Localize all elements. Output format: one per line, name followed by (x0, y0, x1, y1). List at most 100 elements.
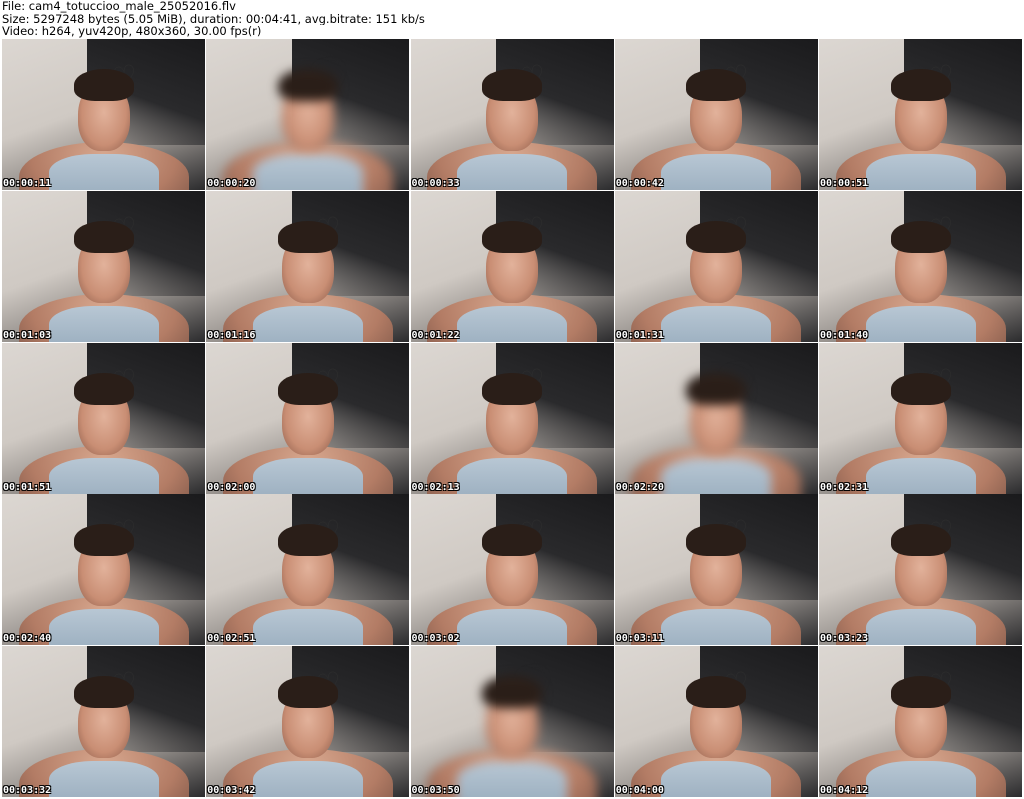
person-hair (277, 524, 338, 557)
frame-timestamp: 00:00:42 (615, 178, 664, 189)
person-shirt (48, 154, 159, 190)
person-shirt (252, 154, 363, 190)
frame-timestamp: 00:00:51 (820, 178, 869, 189)
person-shirt (48, 609, 159, 646)
frame-timestamp: 00:01:31 (615, 329, 664, 341)
frame-timestamp: 00:01:22 (411, 329, 460, 341)
person-shirt (865, 609, 976, 646)
person-hair (686, 69, 747, 101)
frame-timestamp: 00:01:16 (207, 329, 256, 341)
frame-timestamp: 00:02:20 (615, 481, 664, 493)
person-hair (73, 372, 134, 405)
person-shirt (252, 305, 363, 342)
person-hair (686, 524, 747, 557)
frame-timestamp: 00:00:20 (207, 178, 256, 189)
video-frame-thumbnail: ♡00:03:02 (410, 494, 614, 646)
frame-timestamp: 00:04:00 (615, 785, 664, 796)
video-frame-thumbnail: ♡00:02:31 (819, 342, 1022, 494)
person-hair (73, 676, 134, 708)
person-hair (482, 524, 542, 557)
video-frame-thumbnail: ♡00:02:00 (206, 342, 410, 494)
person-hair (686, 372, 747, 405)
video-frame-thumbnail: ♡00:04:12 (819, 646, 1022, 797)
frame-timestamp: 00:00:33 (411, 178, 460, 189)
video-frame-thumbnail: ♡00:02:40 (2, 494, 205, 646)
frame-timestamp: 00:02:40 (3, 633, 52, 645)
person-hair (686, 676, 747, 708)
person-hair (890, 676, 951, 708)
video-frame-thumbnail: ♡00:01:22 (410, 190, 614, 342)
video-frame-thumbnail: ♡00:01:16 (206, 190, 410, 342)
video-frame-thumbnail: ♡00:00:20 (206, 39, 410, 190)
frame-timestamp: 00:03:42 (207, 785, 256, 796)
person-shirt (661, 305, 772, 342)
person-hair (73, 69, 134, 101)
file-name-line: File: cam4_totuccioo_male_25052016.flv (2, 0, 236, 13)
video-frame-thumbnail: ♡00:00:11 (2, 39, 205, 190)
person-hair (686, 220, 747, 253)
person-hair (73, 220, 134, 253)
video-frame-thumbnail: ♡00:03:42 (206, 646, 410, 797)
person-shirt (661, 609, 772, 646)
video-frame-thumbnail: ♡00:01:03 (2, 190, 205, 342)
frame-timestamp: 00:00:11 (3, 178, 52, 189)
file-size-line: Size: 5297248 bytes (5.05 MiB), duration… (2, 12, 425, 25)
person-shirt (865, 154, 976, 190)
person-shirt (48, 761, 159, 797)
person-shirt (48, 305, 159, 342)
person-hair (890, 69, 951, 101)
person-hair (482, 220, 542, 253)
person-hair (277, 69, 338, 101)
frame-timestamp: 00:02:31 (820, 481, 869, 493)
thumbnail-grid: ♡00:00:11♡00:00:20♡00:00:33♡00:00:42♡00:… (2, 39, 1022, 797)
video-frame-thumbnail: ♡00:01:31 (614, 190, 818, 342)
video-frame-thumbnail: ♡00:01:51 (2, 342, 205, 494)
video-frame-thumbnail: ♡00:01:40 (819, 190, 1022, 342)
video-frame-thumbnail: ♡00:00:33 (410, 39, 614, 190)
video-info-line: Video: h264, yuv420p, 480x360, 30.00 fps… (2, 25, 262, 38)
video-frame-thumbnail: ♡00:03:23 (819, 494, 1022, 646)
person-shirt (865, 457, 976, 494)
person-hair (482, 69, 542, 101)
person-hair (482, 372, 542, 405)
person-shirt (252, 761, 363, 797)
person-hair (482, 676, 542, 708)
person-hair (73, 524, 134, 557)
frame-timestamp: 00:02:13 (411, 481, 460, 493)
person-shirt (457, 761, 567, 797)
person-hair (890, 220, 951, 253)
video-frame-thumbnail: ♡00:00:42 (614, 39, 818, 190)
person-shirt (661, 457, 772, 494)
frame-timestamp: 00:03:32 (3, 785, 52, 796)
person-shirt (661, 761, 772, 797)
person-shirt (457, 457, 567, 494)
video-frame-thumbnail: ♡00:02:20 (614, 342, 818, 494)
frame-timestamp: 00:03:02 (411, 633, 460, 645)
video-frame-thumbnail: ♡00:02:51 (206, 494, 410, 646)
person-shirt (252, 457, 363, 494)
person-shirt (865, 761, 976, 797)
person-hair (277, 372, 338, 405)
frame-timestamp: 00:02:51 (207, 633, 256, 645)
person-hair (890, 524, 951, 557)
video-frame-thumbnail: ♡00:04:00 (614, 646, 818, 797)
frame-timestamp: 00:01:51 (3, 481, 52, 493)
person-hair (277, 676, 338, 708)
frame-timestamp: 00:03:50 (411, 785, 460, 796)
video-frame-thumbnail: ♡00:03:50 (410, 646, 614, 797)
person-shirt (457, 609, 567, 646)
video-frame-thumbnail: ♡00:03:32 (2, 646, 205, 797)
frame-timestamp: 00:03:11 (615, 633, 664, 645)
frame-timestamp: 00:03:23 (820, 633, 869, 645)
person-hair (890, 372, 951, 405)
contact-sheet-header: File: cam4_totuccioo_male_25052016.flv S… (2, 0, 1022, 38)
frame-timestamp: 00:02:00 (207, 481, 256, 493)
person-shirt (48, 457, 159, 494)
frame-timestamp: 00:01:03 (3, 329, 52, 341)
frame-timestamp: 00:01:40 (820, 329, 869, 341)
person-shirt (457, 305, 567, 342)
video-frame-thumbnail: ♡00:03:11 (614, 494, 818, 646)
person-shirt (661, 154, 772, 190)
person-shirt (865, 305, 976, 342)
person-hair (277, 220, 338, 253)
